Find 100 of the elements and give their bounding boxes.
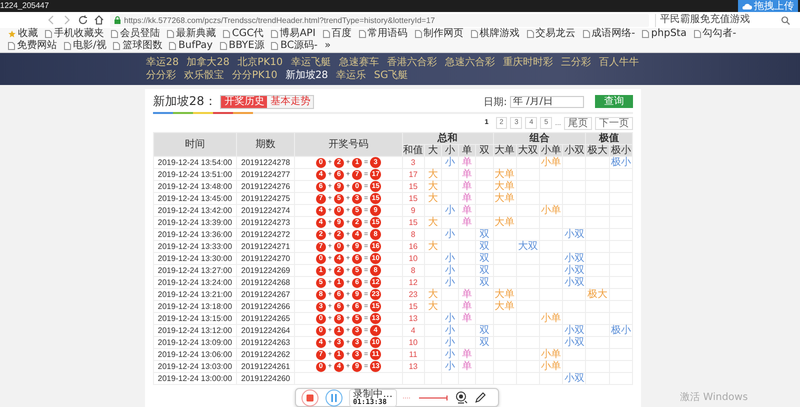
pagination-link[interactable]: 尾页 xyxy=(564,116,592,130)
result-label: 大双 xyxy=(518,241,538,252)
bookmark-item[interactable]: 常用语码 xyxy=(358,28,408,40)
query-button[interactable]: 查询 xyxy=(595,95,633,108)
bookmark-item[interactable]: 勾勾者- xyxy=(694,28,736,40)
result-label: 12 xyxy=(408,278,418,287)
bookmark-item[interactable]: BC源码- xyxy=(271,40,318,52)
nav-link[interactable]: 北京PK10 xyxy=(237,56,283,69)
result-label: 大 xyxy=(428,193,438,204)
pause-icon[interactable] xyxy=(325,388,343,406)
bookmark-item[interactable]: 百度 xyxy=(322,28,352,40)
bookmark-item[interactable]: 博易API xyxy=(270,28,316,40)
result-label: 小单 xyxy=(541,349,562,360)
result-label: 单 xyxy=(462,217,472,228)
result-label: 双 xyxy=(479,229,490,240)
table-cell: 2019-12-24 13:24:00 xyxy=(154,276,236,288)
result-label: 16 xyxy=(408,242,418,251)
tab[interactable]: 基本走势 xyxy=(267,96,314,108)
nav-link[interactable]: 新加坡28 xyxy=(285,69,328,82)
nav-link[interactable]: 百人牛牛 xyxy=(598,56,639,69)
bookmark-item[interactable]: 篮球图数 xyxy=(113,40,162,52)
result-label: 8 xyxy=(410,266,416,275)
result-label: 小 xyxy=(445,265,455,276)
result-label: 单 xyxy=(462,361,472,372)
bookmark-item[interactable]: phpSta xyxy=(642,28,687,40)
result-label: 小 xyxy=(445,361,455,372)
result-label: 23 xyxy=(408,290,418,299)
bookmark-item[interactable]: CGC代 xyxy=(223,28,264,40)
table-cell: 2019-12-24 13:18:00 xyxy=(154,300,236,312)
column-group-header: 极值 xyxy=(586,132,632,144)
column-header: 期数 xyxy=(236,132,295,156)
table-cell: 2019-12-24 13:36:00 xyxy=(154,228,236,240)
bookmark-item[interactable]: 收藏 xyxy=(8,28,38,40)
nav-link[interactable]: 分分彩 xyxy=(146,69,176,82)
result-label: 小 xyxy=(445,229,455,240)
table-cell: 2019-12-24 13:42:00 xyxy=(154,204,236,216)
bookmark-item[interactable]: 制作网页 xyxy=(414,28,464,40)
nav-link[interactable]: 急速赛车 xyxy=(338,56,379,69)
bookmark-item[interactable]: 棋牌游戏 xyxy=(470,28,520,40)
address-field[interactable]: https://kk.577268.com/pczs/Trendssc/trendHeader.html?trendType=history&lotteryId=17 xyxy=(110,14,649,26)
bookmark-item[interactable]: BufPay xyxy=(169,40,213,52)
result-label: 10 xyxy=(408,254,418,263)
result-label: 小单 xyxy=(541,157,562,168)
table-cell: 2019-12-24 13:30:00 xyxy=(154,252,236,264)
result-label: 13 xyxy=(408,362,418,371)
home-icon[interactable] xyxy=(94,15,104,25)
stop-icon[interactable] xyxy=(301,388,319,406)
tab[interactable]: 开奖历史 xyxy=(221,96,268,108)
table-cell: 2019-12-24 13:27:00 xyxy=(154,264,236,276)
table-cell: 2019-12-24 13:06:00 xyxy=(154,348,236,360)
star-icon xyxy=(8,30,16,38)
nav-link[interactable]: 香港六合彩 xyxy=(386,56,437,69)
bookmark-item[interactable]: 手机收藏夹 xyxy=(45,28,104,40)
bookmark-item[interactable]: 最新典藏 xyxy=(167,28,216,40)
result-label: 15 xyxy=(408,302,418,311)
bookmark-item[interactable]: 会员登陆 xyxy=(111,28,160,40)
nav-link[interactable]: 幸运28 xyxy=(146,56,179,69)
result-label: 单 xyxy=(462,205,472,216)
nav-link[interactable]: 三分彩 xyxy=(560,56,591,69)
result-label: 单 xyxy=(462,169,472,180)
table-cell: 20191224268 xyxy=(236,276,295,288)
result-label: 双 xyxy=(479,277,490,288)
result-label: 大 xyxy=(428,301,438,312)
result-label: 9 xyxy=(410,206,416,215)
bookmark-item[interactable]: 免费网站 xyxy=(8,40,57,52)
result-label: 小 xyxy=(445,277,455,288)
nav-link[interactable]: 欢乐骰宝 xyxy=(184,69,224,82)
nav-link[interactable]: 加拿大28 xyxy=(186,56,230,69)
result-label: 3 xyxy=(410,158,416,167)
refresh-icon[interactable] xyxy=(78,15,88,25)
webcam-icon[interactable] xyxy=(454,391,468,404)
table-cell: 2019-12-24 13:00:00 xyxy=(154,372,236,384)
bookmark-item[interactable]: 成语网络- xyxy=(582,28,636,40)
nav-link[interactable]: 重庆时时彩 xyxy=(502,56,553,69)
bookmark-item[interactable]: 交易龙云 xyxy=(526,28,576,40)
result-label: 11 xyxy=(408,350,418,359)
bookmark-item[interactable]: 电影/视 xyxy=(64,40,106,52)
table-cell: 2019-12-24 13:33:00 xyxy=(154,240,236,252)
table-cell: 2019-12-24 13:12:00 xyxy=(154,324,236,336)
result-label: 小 xyxy=(445,325,455,336)
result-label: 小 xyxy=(445,205,455,216)
nav-link[interactable]: 分分PK10 xyxy=(232,69,278,82)
pencil-icon[interactable] xyxy=(474,392,486,404)
nav-link[interactable]: SG飞艇 xyxy=(374,69,408,82)
search-icon xyxy=(781,16,790,24)
table-cell: 20191224275 xyxy=(236,192,295,204)
result-label: 单 xyxy=(462,193,472,204)
result-label: 双 xyxy=(479,325,490,336)
result-label: 大 xyxy=(428,181,438,192)
bookmark-item[interactable]: » xyxy=(324,40,331,52)
bookmark-item[interactable]: BBYE源 xyxy=(220,40,264,52)
nav-link[interactable]: 幸运乐 xyxy=(336,69,366,82)
nav-link[interactable]: 幸运飞艇 xyxy=(290,56,331,69)
page-icon xyxy=(8,42,15,50)
upload-button[interactable]: 拖拽上传 xyxy=(738,0,798,12)
nav-link[interactable]: 急速六合彩 xyxy=(444,56,495,69)
search-field[interactable]: 平民霸服免充值游戏 xyxy=(655,14,794,26)
table-cell: 2019-12-24 13:45:00 xyxy=(154,192,236,204)
pagination-link[interactable]: 下一页 xyxy=(595,116,633,130)
result-label: 大单 xyxy=(494,169,515,180)
